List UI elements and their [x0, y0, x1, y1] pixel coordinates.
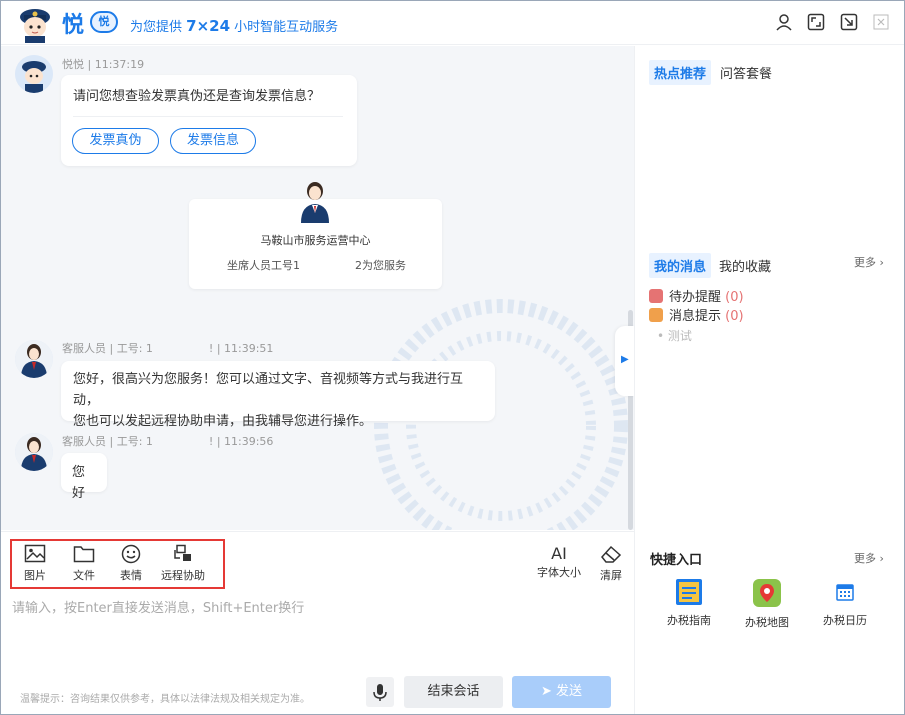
agent-meta-prefix: 客服人员 | 工号: 1 [62, 342, 153, 355]
tab-qa-package[interactable]: 问答套餐 [720, 63, 772, 82]
agent-message-line1: 您好，很高兴为您服务！您可以通过文字、音视频等方式与我进行互动， [73, 372, 464, 408]
agent-message-meta: 客服人员 | 工号: 1 ! | 11:39:56 [62, 433, 273, 449]
tagline-highlight: 7×24 [186, 17, 231, 35]
agent-id-left: 坐席人员工号1 [227, 259, 300, 272]
bubble-divider [73, 116, 343, 117]
agent-meta-suffix: ! | 11:39:56 [208, 435, 274, 448]
option-invoice-info-button[interactable]: 发票信息 [170, 128, 256, 154]
quick-item-label: 办税指南 [667, 614, 711, 627]
user-icon[interactable] [775, 13, 793, 31]
eraser-icon [601, 545, 622, 563]
voice-input-button[interactable] [366, 677, 394, 707]
right-panel: 热点推荐 问答套餐 我的消息 我的收藏 更多 › 待办提醒 (0) 消息提示 (… [634, 46, 904, 714]
messages-more-link[interactable]: 更多 › [854, 254, 884, 270]
agent-meta-prefix: 客服人员 | 工号: 1 [62, 435, 153, 448]
agent-message-text: 您好 [72, 465, 86, 501]
quick-entry-title: 快捷入口 [650, 553, 703, 568]
map-pin-icon [753, 579, 781, 607]
more-label: 更多 [854, 256, 876, 269]
mascot-avatar [20, 9, 50, 43]
test-list-item[interactable]: • 测试 [657, 327, 692, 344]
notify-count: (0) [725, 309, 744, 324]
tagline: 为您提供 7×24 小时智能互动服务 [130, 16, 338, 35]
clear-label: 清屏 [600, 569, 622, 582]
agent-message-line2: 您也可以发起远程协助申请，由我辅导您进行操作。 [73, 414, 373, 429]
collapse-panel-tab[interactable]: ▶ [615, 326, 635, 396]
quick-entry-more-link[interactable]: 更多 › [854, 550, 884, 566]
more-label: 更多 [854, 552, 876, 565]
quick-tax-guide[interactable]: 办税指南 [659, 578, 719, 628]
brand-badge: 悦 [90, 11, 118, 33]
bot-avatar [15, 55, 53, 93]
tab-hot-recommend[interactable]: 热点推荐 [649, 60, 712, 85]
todo-reminder-item[interactable]: 待办提醒 (0) [649, 286, 744, 305]
quick-item-label: 办税日历 [823, 614, 867, 627]
tagline-suffix: 小时智能互动服务 [230, 20, 339, 35]
option-invoice-authenticity-button[interactable]: 发票真伪 [72, 128, 159, 154]
service-center-name: 马鞍山市服务运营中心 [260, 234, 371, 247]
close-icon[interactable] [872, 13, 890, 31]
tab-my-messages[interactable]: 我的消息 [649, 253, 712, 278]
quick-item-label: 办税地图 [745, 616, 789, 629]
bot-message-meta: 悦悦 | 11:37:19 [62, 58, 145, 71]
message-input[interactable]: 请输入，按Enter直接发送消息，Shift+Enter换行 [12, 597, 304, 616]
clock-icon [649, 289, 663, 303]
bell-icon [649, 308, 663, 322]
chevron-right-icon: › [879, 552, 884, 565]
end-session-button[interactable]: 结束会话 [404, 676, 503, 708]
minimize-window-icon[interactable] [840, 13, 858, 31]
agent-avatar [15, 340, 53, 378]
bot-question-text: 请问您想查验发票真伪还是查询发票信息？ [73, 89, 321, 104]
font-size-button[interactable]: AI 字体大小 [537, 544, 581, 580]
send-label: 发送 [556, 684, 583, 699]
microphone-icon [373, 684, 387, 701]
tab-my-favorites[interactable]: 我的收藏 [719, 256, 771, 275]
clear-screen-button[interactable]: 清屏 [599, 544, 623, 583]
agent-meta-suffix: ! | 11:39:51 [208, 342, 274, 355]
tax-guide-icon [676, 579, 702, 605]
agent-avatar [15, 433, 53, 471]
send-button[interactable]: ➤ 发送 [512, 676, 611, 708]
agent-card-avatar [301, 182, 329, 223]
quick-tax-calendar[interactable]: 办税日历 [815, 578, 875, 628]
notify-label: 消息提示 [669, 309, 722, 324]
chevron-right-icon: › [879, 256, 884, 269]
agent-message-bubble: 您好，很高兴为您服务！您可以通过文字、音视频等方式与我进行互动， 您也可以发起远… [61, 361, 495, 429]
send-icon: ➤ [540, 684, 556, 699]
todo-label: 待办提醒 [669, 290, 722, 305]
fullscreen-icon[interactable] [807, 13, 825, 31]
toolbar-highlight-box [10, 539, 225, 589]
agent-message-meta: 客服人员 | 工号: 1 ! | 11:39:51 [62, 340, 273, 356]
bullet-icon: • [657, 329, 665, 343]
brand-logo-text: 悦 [62, 13, 85, 38]
todo-count: (0) [725, 290, 744, 305]
quick-tax-map[interactable]: 办税地图 [737, 578, 797, 630]
calendar-icon [836, 584, 854, 601]
font-size-label: 字体大小 [537, 566, 581, 579]
tagline-prefix: 为您提供 [130, 20, 187, 35]
message-notice-item[interactable]: 消息提示 (0) [649, 305, 744, 324]
font-size-icon: AI [551, 544, 567, 563]
disclaimer-notice: 温馨提示：咨询结果仅供参考，具体以法律法规及相关规定为准。 [20, 694, 310, 705]
test-item-label: 测试 [667, 329, 692, 343]
caret-right-icon: ▶ [621, 354, 629, 365]
agent-id-right: 2为您服务 [355, 259, 406, 272]
agent-message-bubble: 您好 [61, 453, 107, 501]
